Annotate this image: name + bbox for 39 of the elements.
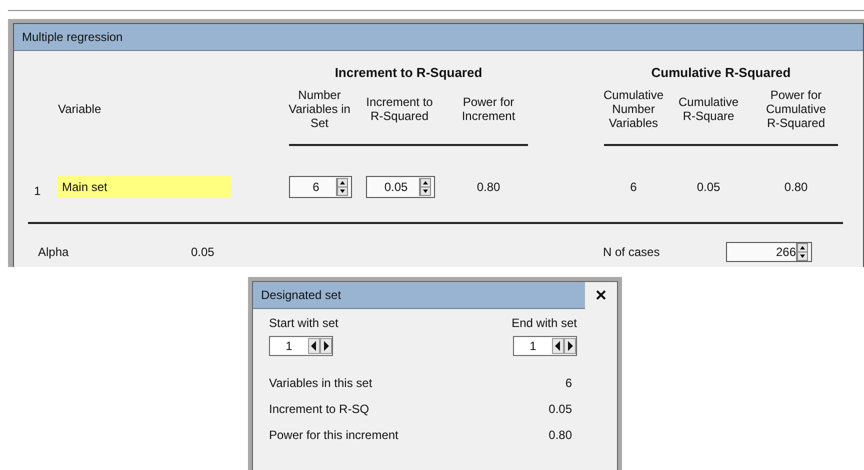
dialog-title: Designated set	[253, 282, 585, 308]
row-number: 1	[33, 183, 42, 198]
group-title: Increment to R-Squared	[334, 64, 484, 82]
column-header: Cumulative Number Variables	[602, 88, 665, 130]
increment-spinbox[interactable]: 0.05	[366, 176, 435, 198]
window-title: Multiple regression	[14, 24, 863, 51]
column-header: Cumulative R-Square	[677, 95, 740, 123]
start-stepper[interactable]: 1	[269, 336, 333, 356]
table-cell-text: 0.80	[783, 179, 809, 194]
stat-label: Variables in this set	[269, 376, 372, 390]
variable-name-field[interactable]: Main set	[58, 176, 232, 198]
cases-label: N of cases	[603, 245, 661, 259]
alpha-value: 0.05	[191, 245, 216, 259]
alpha-label: Alpha	[38, 245, 70, 259]
column-header: Increment to R-Squared	[365, 95, 434, 123]
column-header: Number Variables in Set	[288, 88, 352, 130]
table-cell-text: 0.80	[476, 179, 502, 194]
column-header: Variable	[58, 102, 102, 116]
stat-value: 6	[565, 376, 572, 390]
count-spinbox[interactable]: 6	[289, 176, 352, 198]
spin-arrows-icon[interactable]	[796, 243, 808, 261]
column-header: Power for Increment	[460, 95, 516, 123]
left-right-arrows-icon[interactable]	[552, 338, 576, 354]
end-stepper[interactable]: 1	[513, 336, 577, 356]
close-icon	[596, 290, 606, 300]
spin-arrows-icon[interactable]	[336, 178, 348, 196]
end-label: End with set	[512, 316, 577, 330]
stat-label: Power for this increment	[269, 428, 398, 442]
stat-value: 0.80	[548, 428, 572, 442]
stat-value: 0.05	[548, 402, 572, 416]
cases-spinbox[interactable]: 266	[726, 242, 812, 262]
table-cell-text: 0.05	[696, 179, 722, 194]
left-right-arrows-icon[interactable]	[308, 338, 332, 354]
spin-arrows-icon[interactable]	[419, 178, 431, 196]
column-header: Power for Cumulative R-Squared	[764, 88, 828, 130]
group-title: Cumulative R-Squared	[650, 64, 792, 82]
table-cell-text: 6	[629, 179, 638, 194]
stat-label: Increment to R-SQ	[269, 402, 370, 416]
start-label: Start with set	[269, 316, 338, 330]
